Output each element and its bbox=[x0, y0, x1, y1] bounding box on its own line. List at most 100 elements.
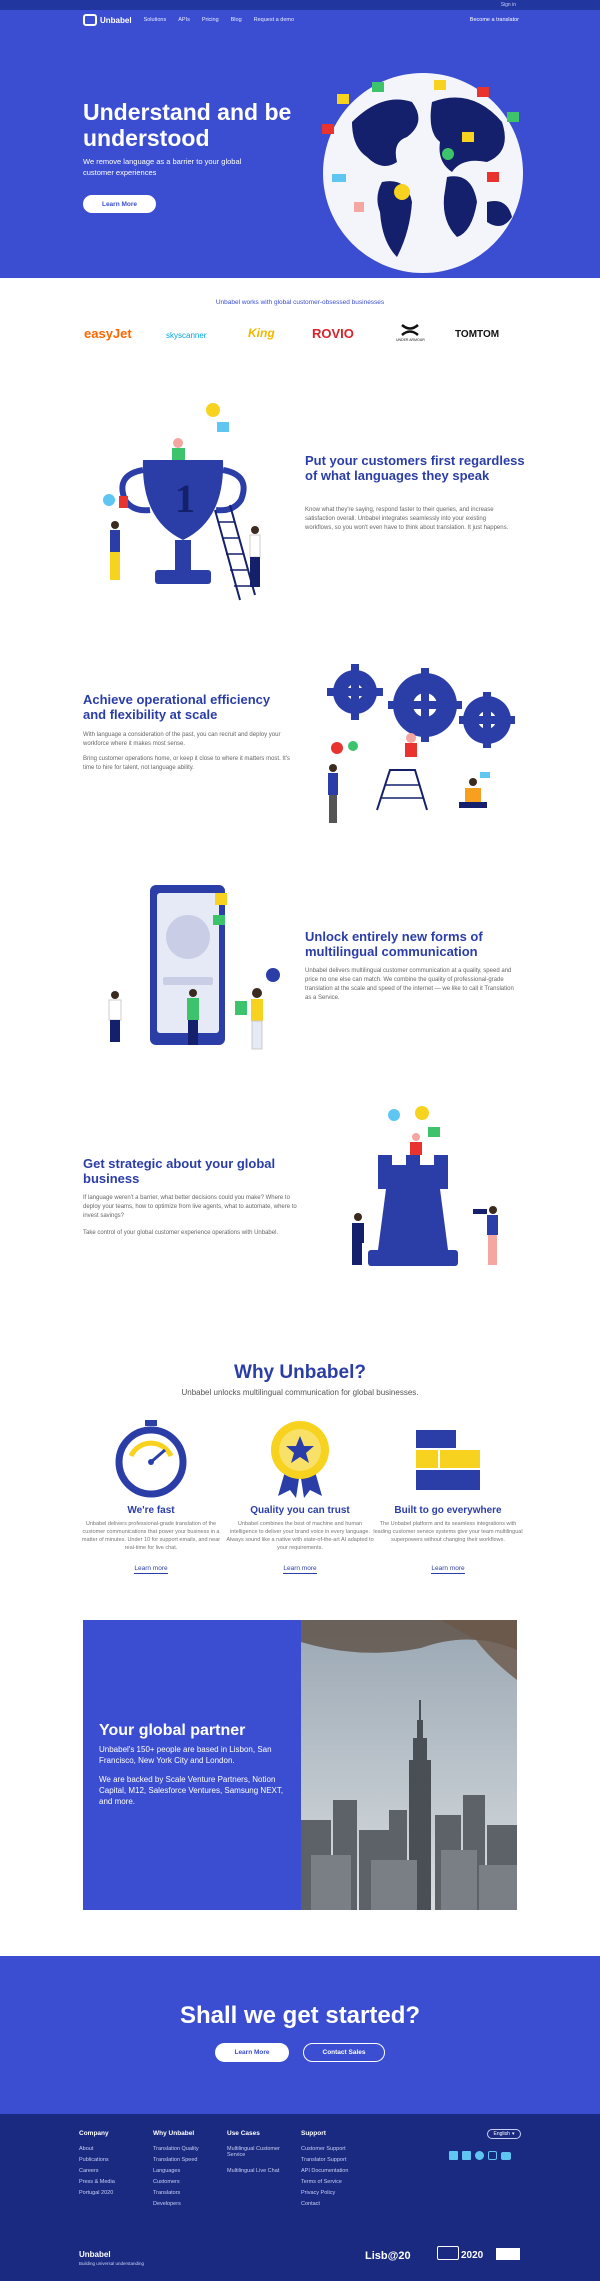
card-quality-link-label[interactable]: Learn more bbox=[283, 1565, 317, 1574]
card-quality-title: Quality you can trust bbox=[250, 1505, 350, 1516]
footer-col-use-cases-title: Use Cases bbox=[227, 2130, 260, 2137]
logo-rovio: ROVIO bbox=[312, 326, 354, 341]
footer-link-contact[interactable]: Contact bbox=[301, 2201, 320, 2207]
lisboa-badge: Lisb@20 bbox=[365, 2250, 411, 2262]
footer-link-privacy[interactable]: Privacy Policy bbox=[301, 2190, 335, 2196]
section-3-title: Unlock entirely new forms of multilingua… bbox=[305, 929, 483, 959]
footer-link-languages[interactable]: Languages bbox=[153, 2168, 180, 2174]
hero-subtitle: We remove language as a barrier to your … bbox=[83, 157, 242, 177]
footer-link-translators[interactable]: Translators bbox=[153, 2190, 180, 2196]
nav-link-solutions[interactable]: Solutions bbox=[144, 17, 167, 23]
footer-brand: Unbabel bbox=[79, 2250, 111, 2259]
footer-link-customers[interactable]: Customers bbox=[153, 2179, 180, 2185]
footer-link-about[interactable]: About bbox=[79, 2146, 93, 2152]
card-quality-learn-more[interactable]: Learn more bbox=[225, 1565, 375, 1574]
nav-link-apis[interactable]: APIs bbox=[178, 17, 190, 23]
youtube-icon[interactable] bbox=[501, 2152, 511, 2160]
card-everywhere-text: The Unbabel platform and its seamless in… bbox=[373, 1521, 523, 1543]
partner-title: Your global partner bbox=[99, 1722, 246, 1739]
hero-title: Understand and be understood bbox=[83, 99, 292, 151]
building-blocks-icon bbox=[416, 1430, 480, 1490]
footer-col-company-title: Company bbox=[79, 2130, 109, 2137]
cta-contact-sales-button[interactable]: Contact Sales bbox=[303, 2043, 385, 2062]
cta-section bbox=[0, 1956, 600, 2114]
footer-col-support-title: Support bbox=[301, 2130, 326, 2137]
under-armour-icon bbox=[401, 324, 419, 336]
phone-illustration bbox=[108, 885, 280, 1050]
logo-text: Unbabel bbox=[100, 15, 132, 25]
city-skyline-photo bbox=[301, 1620, 517, 1910]
footer-link-translation-quality[interactable]: Translation Quality bbox=[153, 2146, 199, 2152]
portugal-2020-logo bbox=[437, 2246, 459, 2260]
cta-title: Shall we get started? bbox=[179, 2002, 421, 2029]
linkedin-icon[interactable] bbox=[449, 2151, 458, 2160]
instagram-icon[interactable] bbox=[488, 2151, 497, 2160]
twitter-icon[interactable] bbox=[475, 2151, 484, 2160]
nav-link-request-demo[interactable]: Request a demo bbox=[254, 17, 294, 23]
footer-link-press[interactable]: Press & Media bbox=[79, 2179, 115, 2185]
language-select-value: English bbox=[493, 2131, 510, 2137]
language-select[interactable]: English ▾ bbox=[487, 2129, 521, 2139]
footer-link-developers[interactable]: Developers bbox=[153, 2201, 181, 2207]
eu-funding-logo bbox=[496, 2248, 520, 2260]
trophy-illustration: 1 bbox=[103, 403, 261, 601]
chevron-down-icon: ▾ bbox=[511, 2131, 515, 2137]
become-translator-link[interactable]: Become a translator bbox=[470, 17, 519, 23]
svg-text:1: 1 bbox=[175, 476, 195, 521]
card-fast-title: We're fast bbox=[127, 1505, 175, 1516]
logo-skyscanner: skyscanner bbox=[166, 331, 207, 340]
footer-link-translation-speed[interactable]: Translation Speed bbox=[153, 2157, 197, 2163]
sign-in-link[interactable]: Sign in bbox=[501, 2, 516, 8]
stopwatch-icon bbox=[115, 1420, 187, 1498]
logo-tomtom: TOMTOM bbox=[455, 329, 500, 340]
footer-tagline: Building universal understanding bbox=[79, 2261, 145, 2266]
section-2-text: With language a consideration of the pas… bbox=[83, 732, 281, 747]
card-fast-link-label[interactable]: Learn more bbox=[134, 1565, 168, 1574]
cta-learn-more-button[interactable]: Learn More bbox=[215, 2043, 289, 2062]
portugal-2020-badge: 2020 bbox=[461, 2250, 484, 2261]
section-3-text: Unbabel delivers multilingual customer c… bbox=[305, 968, 514, 1001]
footer-link-portugal-2020[interactable]: Portugal 2020 bbox=[79, 2190, 113, 2196]
card-fast-text: Unbabel delivers professional-grade tran… bbox=[81, 1521, 221, 1551]
card-fast-learn-more[interactable]: Learn more bbox=[76, 1565, 226, 1574]
why-subtitle: Unbabel unlocks multilingual communicati… bbox=[181, 1388, 419, 1397]
footer-link-customer-support[interactable]: Customer Support bbox=[301, 2146, 346, 2152]
social-links bbox=[449, 2151, 511, 2160]
card-everywhere-learn-more[interactable]: Learn more bbox=[373, 1565, 523, 1574]
nav-link-blog[interactable]: Blog bbox=[231, 17, 242, 23]
partner-text-1: Unbabel's 150+ people are based in Lisbo… bbox=[99, 1745, 272, 1765]
section-4-title: Get strategic about your global business bbox=[83, 1156, 276, 1186]
unbabel-logo[interactable]: Unbabel bbox=[83, 14, 132, 26]
chess-rook-illustration bbox=[352, 1106, 498, 1266]
footer-link-multilingual-chat[interactable]: Multilingual Live Chat bbox=[227, 2168, 279, 2174]
why-title: Why Unbabel? bbox=[234, 1362, 366, 1383]
unbabel-logo-icon bbox=[83, 14, 97, 26]
gears-illustration bbox=[327, 664, 515, 823]
hero-learn-more-button[interactable]: Learn More bbox=[83, 195, 156, 213]
section-2-title: Achieve operational efficiency and flexi… bbox=[83, 692, 271, 722]
logos-heading: Unbabel works with global customer-obses… bbox=[215, 299, 385, 306]
card-everywhere-link-label[interactable]: Learn more bbox=[431, 1565, 465, 1574]
section-4-text: If language weren't a barrier, what bett… bbox=[83, 1195, 297, 1219]
nav-link-pricing[interactable]: Pricing bbox=[202, 17, 219, 23]
card-everywhere-title: Built to go everywhere bbox=[394, 1505, 502, 1516]
footer-link-publications[interactable]: Publications bbox=[79, 2157, 109, 2163]
section-4-text-2: Take control of your global customer exp… bbox=[83, 1230, 279, 1236]
logo-easyjet: easyJet bbox=[84, 326, 132, 341]
footer-link-translator-support[interactable]: Translator Support bbox=[301, 2157, 346, 2163]
logo-king: King bbox=[248, 326, 275, 340]
card-quality-text: Unbabel combines the best of machine and… bbox=[226, 1521, 374, 1551]
section-1-text: Know what they're saying, respond faster… bbox=[305, 507, 509, 531]
quality-badge-icon bbox=[271, 1421, 329, 1498]
footer-link-terms[interactable]: Terms of Service bbox=[301, 2179, 342, 2185]
main-nav: Unbabel Solutions APIs Pricing Blog Requ… bbox=[83, 12, 519, 28]
section-1-title: Put your customers first regardless of w… bbox=[305, 453, 525, 483]
footer-link-multilingual-service[interactable]: Multilingual Customer Service bbox=[227, 2146, 291, 2158]
footer-link-api-docs[interactable]: API Documentation bbox=[301, 2168, 348, 2174]
logo-under-armour: UNDER ARMOUR bbox=[396, 338, 425, 342]
footer-link-careers[interactable]: Careers bbox=[79, 2168, 99, 2174]
footer-col-why-title: Why Unbabel bbox=[153, 2130, 195, 2137]
section-2-text-2: Bring customer operations home, or keep … bbox=[83, 756, 290, 771]
globe-illustration bbox=[322, 73, 523, 273]
facebook-icon[interactable] bbox=[462, 2151, 471, 2160]
